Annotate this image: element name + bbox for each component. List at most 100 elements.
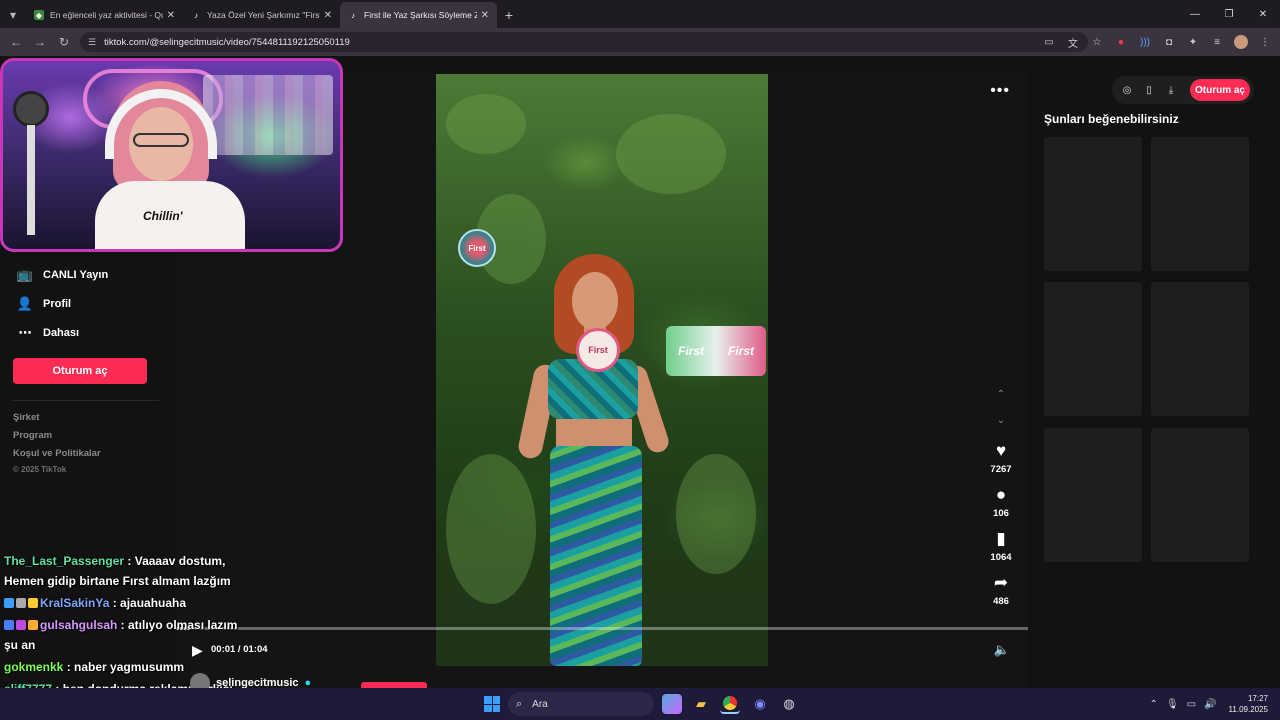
- recommendation-tile[interactable]: [1151, 428, 1249, 562]
- file-explorer-icon[interactable]: ▰: [691, 694, 711, 714]
- device-icon[interactable]: ▯: [1142, 85, 1156, 96]
- profile-avatar-icon[interactable]: [1232, 33, 1250, 51]
- recommendation-tile[interactable]: [1151, 137, 1249, 271]
- previous-video-icon[interactable]: ⌃: [994, 387, 1008, 401]
- sidebar-login-button[interactable]: Oturum aç: [13, 358, 147, 384]
- browser-tab[interactable]: ♪ Yaza Özel Yeni Şarkımız "First" | ✕: [183, 2, 340, 28]
- address-toolbar: ← → ↻ ☰ tiktok.com/@selingecitmusic/vide…: [0, 28, 1280, 56]
- recommendations-title: Şunları beğenebilirsiniz: [1044, 112, 1179, 126]
- url-text: tiktok.com/@selingecitmusic/video/754481…: [104, 36, 350, 48]
- bookmark-button[interactable]: ▮ 1064: [988, 530, 1014, 564]
- extension-shield-icon[interactable]: ◘: [1160, 33, 1178, 51]
- sidebar-item-more[interactable]: ⋯ Dahası: [16, 324, 80, 342]
- foliage: [616, 114, 726, 194]
- download-icon[interactable]: ⤓: [1164, 85, 1178, 96]
- extension-audio-icon[interactable]: ))): [1136, 33, 1154, 51]
- taskbar-search[interactable]: ⌕ Ara: [508, 692, 654, 716]
- tab-title: Yaza Özel Yeni Şarkımız "First" |: [207, 10, 320, 20]
- next-video-icon[interactable]: ⌄: [994, 413, 1008, 427]
- chat-badge-icon: [4, 620, 14, 630]
- clock-time: 17:27: [1247, 694, 1268, 703]
- media-controls-icon[interactable]: ≡: [1208, 33, 1226, 51]
- tiktok-favicon-icon: ♪: [351, 10, 355, 20]
- app-icon[interactable]: ◍: [779, 694, 799, 714]
- sidebar-item-label: Profil: [43, 298, 72, 310]
- discord-icon[interactable]: ◉: [750, 694, 770, 714]
- bookmark-count: 1064: [990, 552, 1012, 563]
- video-progress-bar[interactable]: [176, 627, 1028, 630]
- volume-icon[interactable]: 🔈: [994, 642, 1010, 658]
- sidebar-item-profile[interactable]: 👤 Profil: [16, 295, 71, 313]
- tab-search-icon[interactable]: ▾: [0, 2, 26, 28]
- chat-message: The_Last_Passenger : Vaaaav dostum,: [4, 554, 225, 568]
- system-tray: ⌃ 🎙 ▭ 🔊 17:27 11.09.2025: [1150, 688, 1268, 720]
- sidebar-link-program[interactable]: Program: [13, 430, 52, 441]
- chat-badge-icon: [4, 598, 14, 608]
- restore-icon[interactable]: ❐: [1212, 0, 1246, 28]
- foliage: [446, 94, 526, 154]
- copyright-text: © 2025 TikTok: [13, 465, 67, 474]
- extensions-puzzle-icon[interactable]: ✦: [1184, 33, 1202, 51]
- play-icon[interactable]: ▶: [192, 642, 203, 659]
- video-time: 00:01 / 01:04: [211, 644, 268, 655]
- header-login-button[interactable]: Oturum aç: [1190, 79, 1250, 101]
- url-bar[interactable]: ☰ tiktok.com/@selingecitmusic/video/7544…: [80, 32, 1088, 52]
- start-windows-icon[interactable]: [484, 696, 500, 712]
- chrome-icon[interactable]: [720, 694, 740, 714]
- back-icon[interactable]: ←: [4, 30, 28, 54]
- quiz-favicon-icon: ◆: [34, 10, 44, 20]
- recommendation-tile[interactable]: [1151, 282, 1249, 416]
- comment-button[interactable]: ● 106: [988, 485, 1014, 520]
- recommendation-tile[interactable]: [1044, 137, 1142, 271]
- sidebar-link-company[interactable]: Şirket: [13, 412, 39, 423]
- close-window-icon[interactable]: ✕: [1246, 0, 1280, 28]
- copilot-icon[interactable]: [662, 694, 682, 714]
- close-tab-icon[interactable]: ✕: [481, 10, 489, 21]
- microphone-icon[interactable]: 🎙: [1166, 699, 1179, 710]
- browser-tab-active[interactable]: ♪ First ile Yaz Şarkısı Söyleme Zan ✕: [340, 2, 497, 28]
- chat-message: gulsahgulsah : atılıyo olması lazım: [4, 618, 237, 632]
- display-icon[interactable]: ▭: [1187, 699, 1196, 710]
- extension-red-icon[interactable]: ●: [1112, 33, 1130, 51]
- clock[interactable]: 17:27 11.09.2025: [1229, 693, 1268, 715]
- reload-icon[interactable]: ↻: [52, 30, 76, 54]
- chat-username[interactable]: The_Last_Passenger: [4, 554, 124, 568]
- more-options-icon[interactable]: •••: [990, 82, 1010, 100]
- chat-username[interactable]: KralSakinYa: [40, 596, 109, 610]
- video-frame[interactable]: First First First First: [436, 74, 768, 666]
- coins-icon[interactable]: ◎: [1120, 85, 1134, 96]
- taskbar-search-placeholder: Ara: [532, 698, 548, 710]
- browser-tab[interactable]: ◆ En eğlenceli yaz aktivitesi - Qui... ✕: [26, 2, 183, 28]
- share-button[interactable]: ➦ 486: [988, 574, 1014, 608]
- site-info-icon[interactable]: ☰: [88, 37, 96, 48]
- window-controls: — ❐ ✕: [1178, 0, 1280, 28]
- speaker-icon[interactable]: 🔊: [1204, 699, 1216, 710]
- webcam-overlay: Chillin': [0, 58, 343, 252]
- windows-taskbar: ⌕ Ara ▰ ◉ ◍ ⌃ 🎙 ▭ 🔊 17:27 11.09.2025: [0, 688, 1280, 720]
- cast-icon[interactable]: ▭: [1040, 33, 1058, 51]
- sidebar-item-label: CANLI Yayın: [43, 269, 109, 281]
- close-tab-icon[interactable]: ✕: [167, 10, 175, 21]
- recommendation-tile[interactable]: [1044, 428, 1142, 562]
- new-tab-icon[interactable]: +: [497, 2, 521, 28]
- like-button[interactable]: ♥ 7267: [988, 441, 1014, 476]
- like-count: 7267: [990, 464, 1012, 475]
- chat-username[interactable]: gokmenkk: [4, 660, 63, 674]
- recommendation-tile[interactable]: [1044, 282, 1142, 416]
- close-tab-icon[interactable]: ✕: [324, 10, 332, 21]
- banner-brand-text: First: [677, 344, 704, 358]
- sidebar-item-live[interactable]: 📺 CANLI Yayın: [16, 266, 108, 284]
- bookmark-star-icon[interactable]: ☆: [1088, 33, 1106, 51]
- tray-chevron-icon[interactable]: ⌃: [1150, 699, 1158, 710]
- comment-icon: ●: [995, 485, 1007, 504]
- banner-brand-text: First: [727, 344, 754, 358]
- minimize-icon[interactable]: —: [1178, 0, 1212, 28]
- browser-menu-icon[interactable]: ⋮: [1256, 33, 1274, 51]
- first-banner-sign: First First: [666, 326, 766, 376]
- forward-icon[interactable]: →: [28, 30, 52, 54]
- translate-icon[interactable]: 文: [1064, 33, 1082, 51]
- chat-username[interactable]: gulsahgulsah: [40, 618, 117, 632]
- microphone: [13, 91, 49, 127]
- sidebar-link-terms[interactable]: Koşul ve Politikalar: [13, 448, 101, 459]
- heart-icon: ♥: [995, 441, 1007, 460]
